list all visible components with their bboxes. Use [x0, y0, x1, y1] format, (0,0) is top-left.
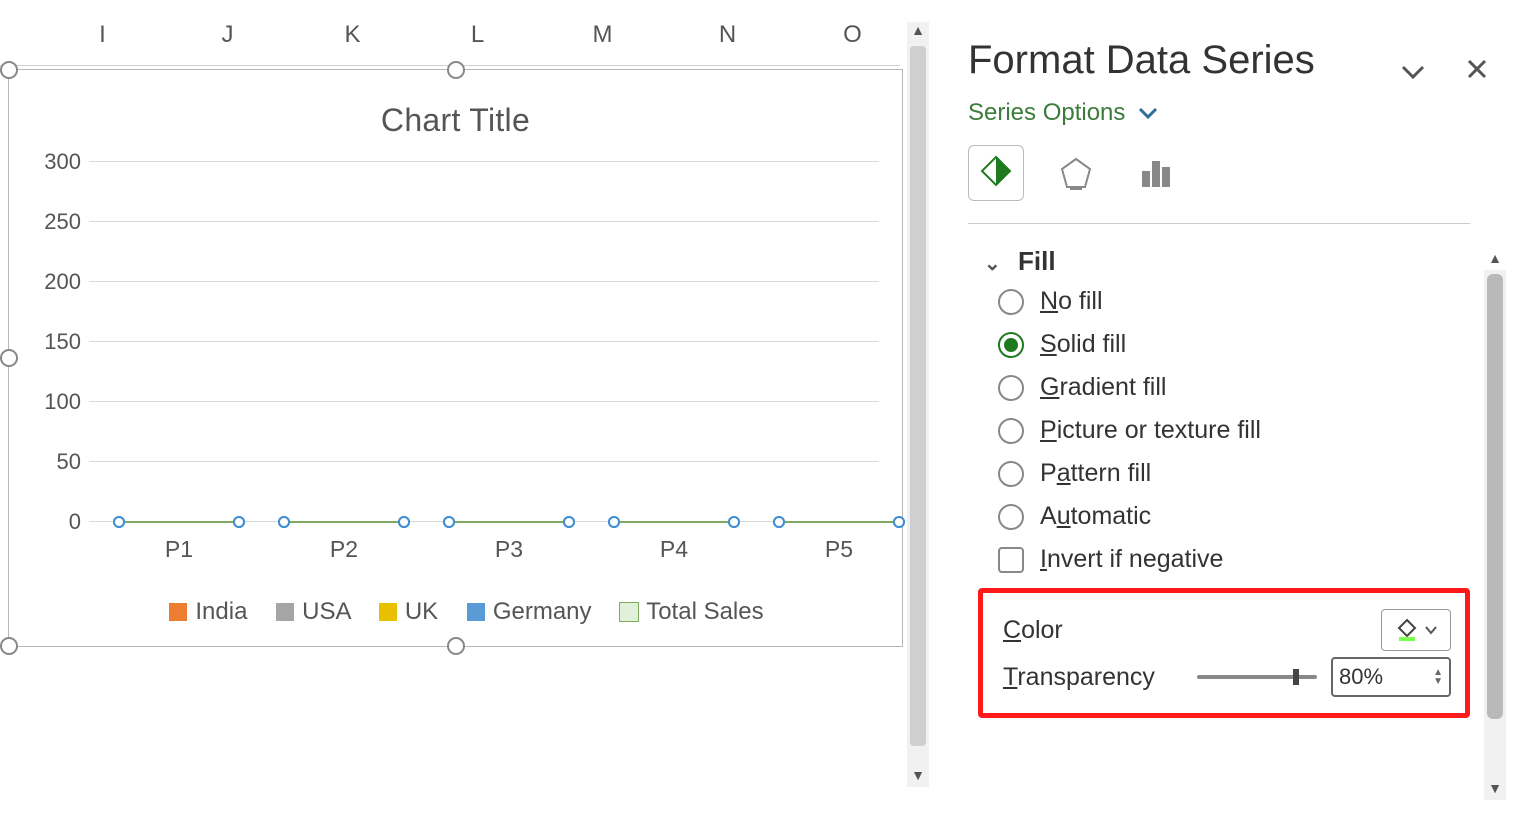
y-tick: 150	[21, 329, 81, 355]
selection-handle-icon[interactable]	[447, 637, 465, 655]
color-picker-button[interactable]	[1381, 609, 1451, 651]
scroll-down-icon[interactable]: ▼	[907, 767, 929, 787]
radio-icon	[998, 375, 1024, 401]
column-headers: I J K L M N O	[0, 22, 900, 66]
y-tick: 250	[21, 209, 81, 235]
legend-label: USA	[302, 598, 350, 625]
paint-bucket-icon	[1395, 618, 1419, 642]
no-fill-radio[interactable]: No fill	[998, 287, 1510, 316]
col-header[interactable]: O	[790, 22, 915, 65]
scroll-thumb[interactable]	[1487, 274, 1503, 719]
highlighted-controls: Color Transparency 80% ▲▼	[978, 588, 1470, 718]
col-header[interactable]: I	[40, 22, 165, 65]
effects-tab[interactable]	[1048, 145, 1104, 201]
y-tick: 0	[21, 509, 81, 535]
slider-thumb-icon[interactable]	[1293, 669, 1299, 685]
pane-tabs	[968, 145, 1470, 224]
legend-label: Total Sales	[646, 598, 763, 625]
col-header[interactable]: M	[540, 22, 665, 65]
transparency-slider[interactable]	[1197, 675, 1317, 679]
chevron-down-icon: ⌄	[984, 251, 1001, 276]
legend-label: UK	[405, 598, 438, 625]
col-header[interactable]: K	[290, 22, 415, 65]
y-tick: 300	[21, 149, 81, 175]
x-tick: P4	[614, 536, 734, 563]
close-pane-button[interactable]	[1462, 56, 1492, 88]
legend-swatch-icon	[467, 603, 485, 621]
col-header[interactable]: J	[165, 22, 290, 65]
chevron-down-icon	[1138, 99, 1158, 126]
series-options-dropdown[interactable]: Series Options	[968, 99, 1510, 127]
radio-icon	[998, 504, 1024, 530]
fill-section-header[interactable]: ⌄ Fill	[984, 246, 1510, 277]
pane-options-dropdown[interactable]	[1398, 56, 1428, 88]
col-header[interactable]: N	[665, 22, 790, 65]
col-header[interactable]: L	[415, 22, 540, 65]
y-tick: 200	[21, 269, 81, 295]
legend-swatch-icon	[620, 603, 638, 621]
plot-area[interactable]: 0 50 100 150 200 250 300 P1	[89, 162, 879, 522]
pattern-fill-radio[interactable]: Pattern fill	[998, 459, 1510, 488]
scroll-thumb[interactable]	[910, 46, 926, 746]
chart-title[interactable]: Chart Title	[9, 102, 902, 139]
x-tick: P2	[284, 536, 404, 563]
legend-label: India	[195, 598, 247, 625]
legend-label: Germany	[493, 598, 592, 625]
radio-icon	[998, 418, 1024, 444]
radio-icon	[998, 289, 1024, 315]
series-options-tab[interactable]	[1128, 145, 1184, 201]
gradient-fill-radio[interactable]: Gradient fill	[998, 373, 1510, 402]
radio-icon	[998, 461, 1024, 487]
x-tick: P1	[119, 536, 239, 563]
radio-selected-icon	[998, 332, 1024, 358]
transparency-input[interactable]: 80% ▲▼	[1331, 657, 1451, 697]
selection-handle-icon[interactable]	[447, 61, 465, 79]
scroll-up-icon[interactable]: ▲	[907, 22, 929, 42]
legend-swatch-icon	[169, 603, 187, 621]
chart-object[interactable]: Chart Title 0 50 100 150 200 250 300	[8, 69, 903, 647]
scroll-up-icon[interactable]: ▲	[1484, 250, 1506, 270]
invert-if-negative-checkbox[interactable]: Invert if negative	[998, 545, 1510, 574]
spinner-icon[interactable]: ▲▼	[1433, 668, 1443, 686]
legend-swatch-icon	[379, 603, 397, 621]
color-label: Color	[1003, 616, 1063, 645]
format-pane: Format Data Series Series Options ⌄ Fill	[950, 20, 1510, 820]
pane-scrollbar[interactable]: ▲ ▼	[1484, 270, 1506, 800]
chevron-down-icon	[1425, 625, 1437, 635]
legend-swatch-icon	[276, 603, 294, 621]
selection-handle-icon[interactable]	[0, 61, 18, 79]
x-tick: P3	[449, 536, 569, 563]
y-tick: 100	[21, 389, 81, 415]
scroll-down-icon[interactable]: ▼	[1484, 780, 1506, 800]
fill-options: No fill Solid fill Gradient fill Picture…	[998, 287, 1510, 574]
solid-fill-radio[interactable]: Solid fill	[998, 330, 1510, 359]
picture-fill-radio[interactable]: Picture or texture fill	[998, 416, 1510, 445]
selection-handle-icon[interactable]	[0, 637, 18, 655]
legend[interactable]: India USA UK Germany Total Sales	[9, 598, 902, 626]
y-tick: 50	[21, 449, 81, 475]
fill-line-tab[interactable]	[968, 145, 1024, 201]
vertical-scrollbar[interactable]: ▲ ▼	[907, 22, 929, 787]
checkbox-icon	[998, 547, 1024, 573]
automatic-fill-radio[interactable]: Automatic	[998, 502, 1510, 531]
transparency-label: Transparency	[1003, 663, 1155, 692]
selection-handle-icon[interactable]	[0, 349, 18, 367]
spreadsheet-area: I J K L M N O Chart Title 0 50 100 150 2…	[0, 0, 935, 835]
x-tick: P5	[779, 536, 899, 563]
